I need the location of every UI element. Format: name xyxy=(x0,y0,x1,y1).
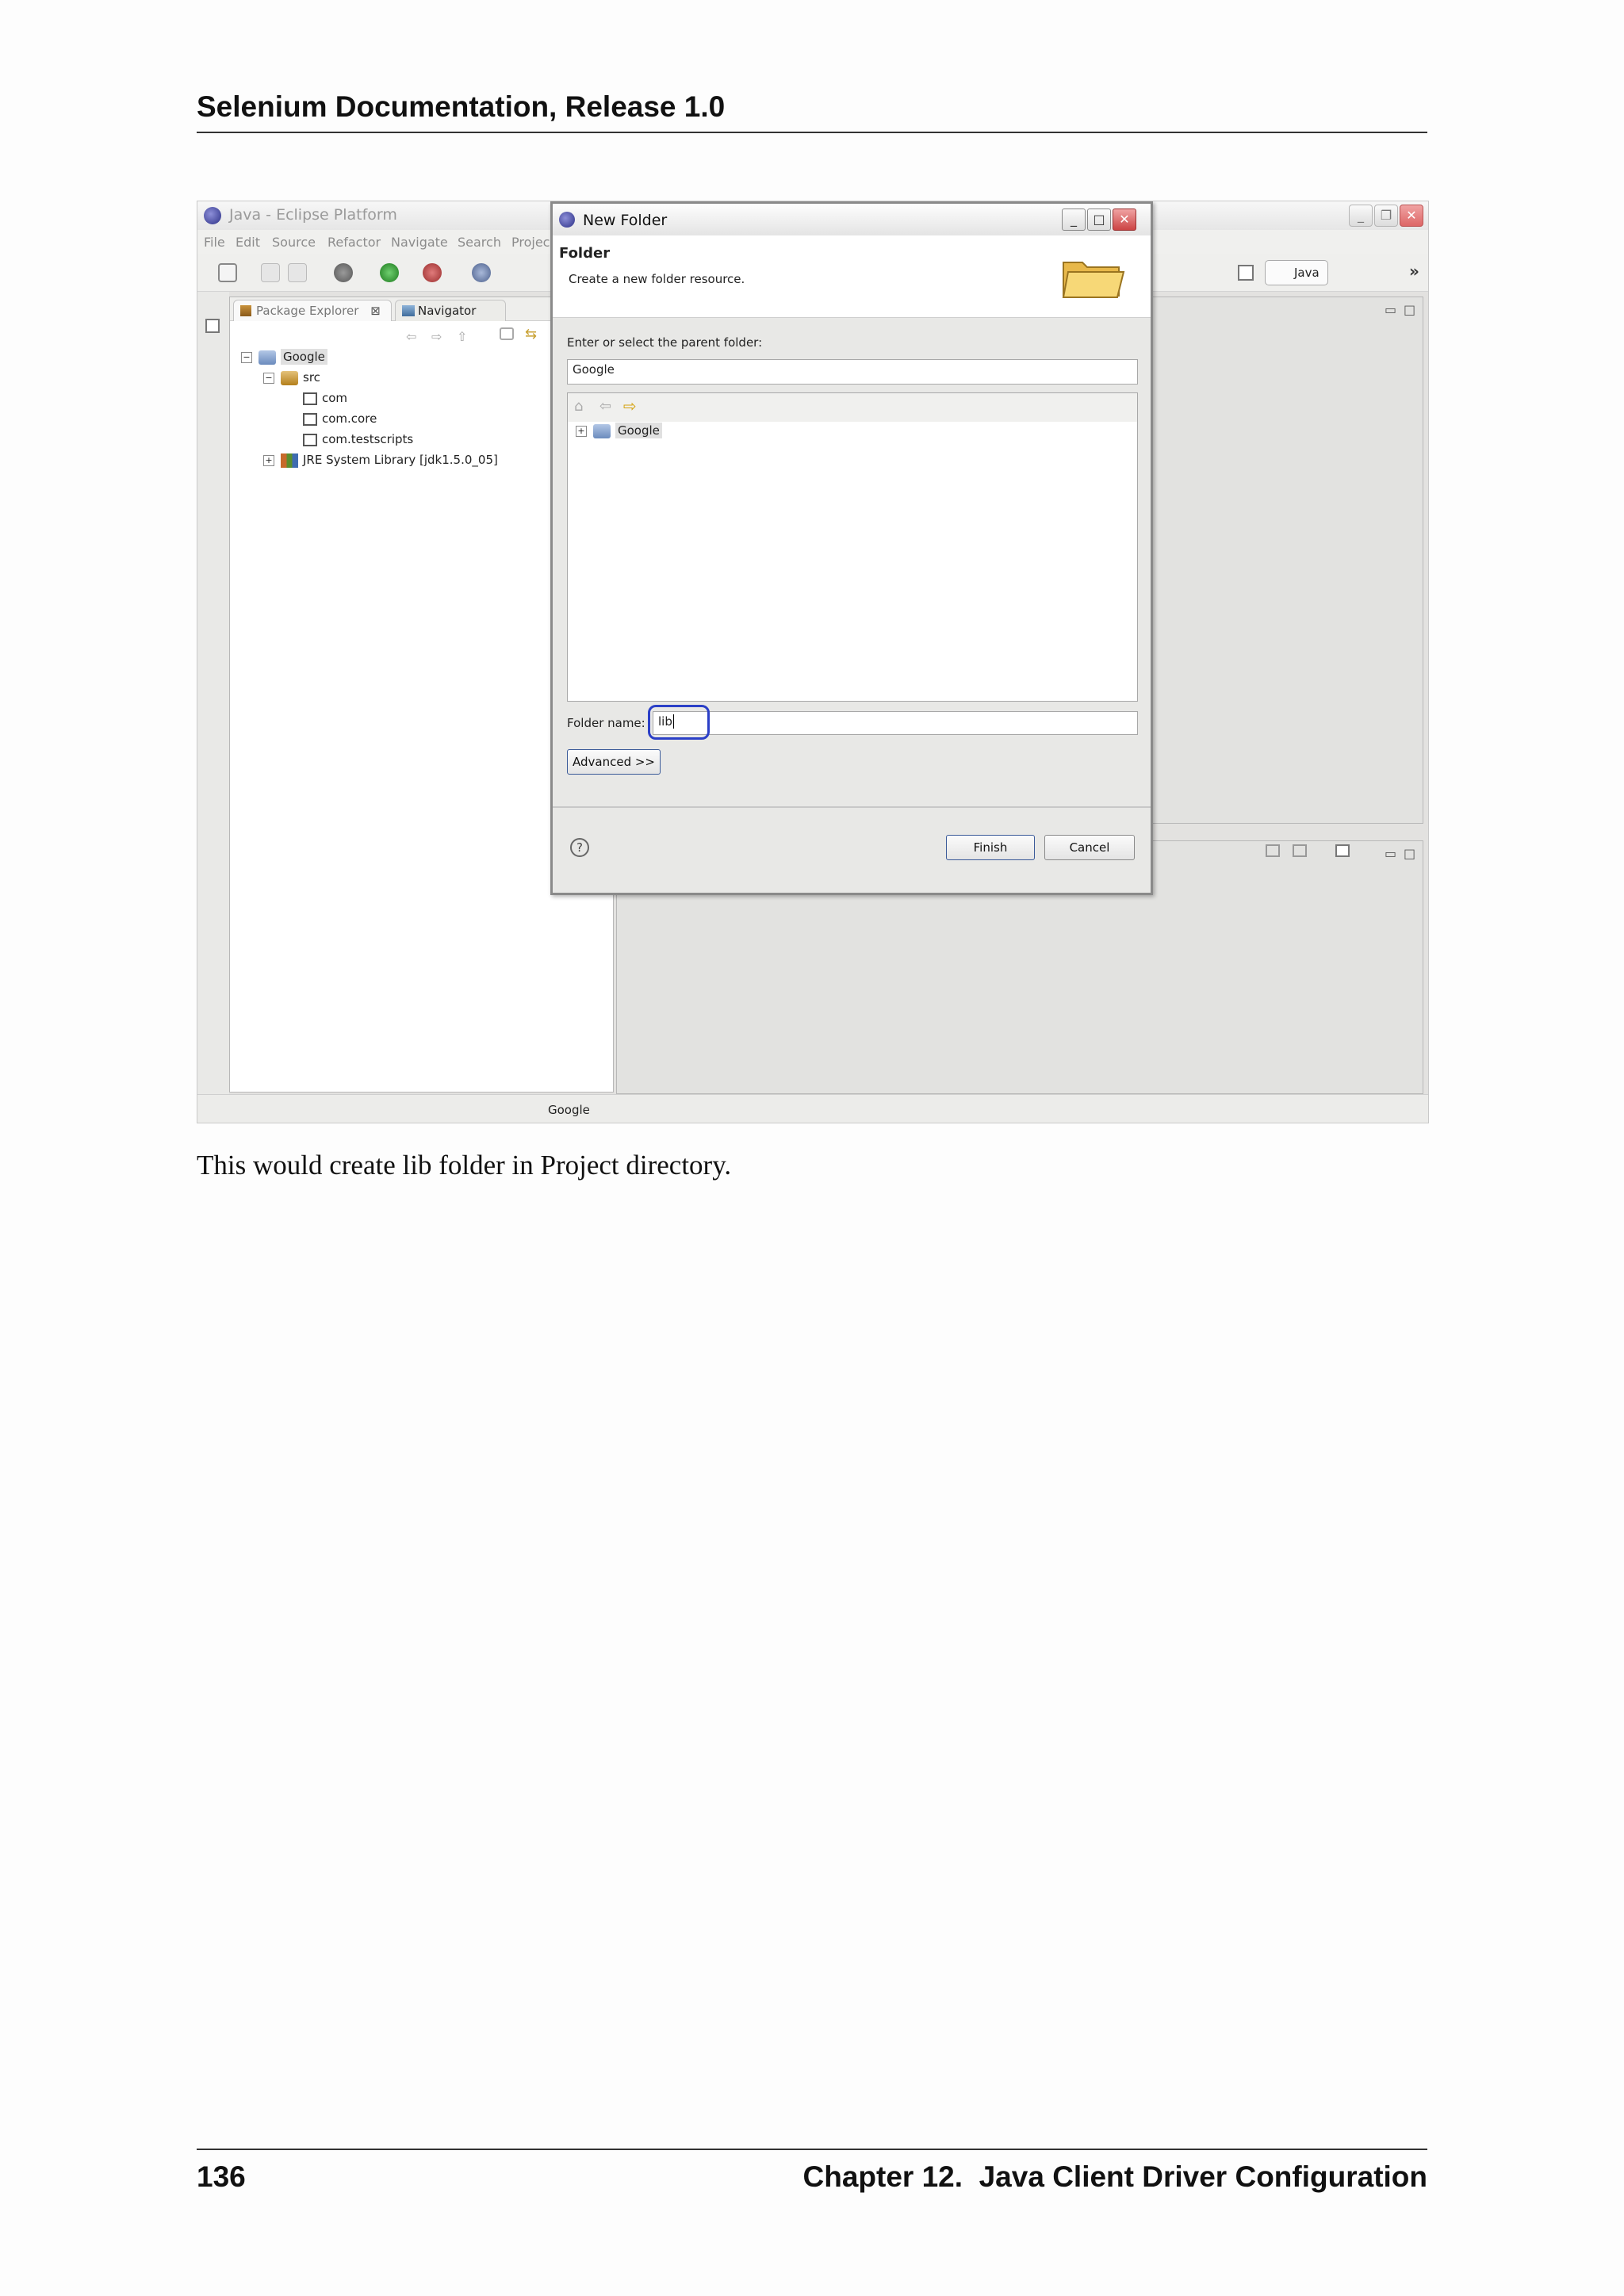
tree-item-label: Google xyxy=(615,423,662,438)
package-icon xyxy=(303,433,317,446)
dialog-heading: Folder xyxy=(559,245,611,262)
status-bar: Google xyxy=(197,1094,1428,1123)
menu-refactor[interactable]: Refactor xyxy=(327,235,381,250)
save-icon[interactable] xyxy=(261,263,280,282)
close-tab-icon[interactable]: ⊠ xyxy=(370,304,381,318)
navigator-icon xyxy=(402,305,415,316)
back-arrow-icon[interactable]: ⇦ xyxy=(406,329,416,344)
highlight-ring xyxy=(648,705,710,740)
library-label: JRE System Library [jdk1.5.0_05] xyxy=(303,453,498,467)
advanced-button[interactable]: Advanced >> xyxy=(567,749,661,775)
link-with-editor-icon[interactable]: ⇆ xyxy=(525,326,537,342)
eclipse-screenshot: Java - Eclipse Platform _ ❐ ✕ File Edit … xyxy=(197,201,1429,1123)
open-folder-icon xyxy=(1062,262,1125,298)
header-rule xyxy=(197,132,1427,133)
parent-folder-input[interactable]: Google xyxy=(567,359,1138,385)
footer-rule xyxy=(197,2149,1427,2150)
project-folder-icon xyxy=(259,350,276,365)
tab-navigator[interactable]: Navigator xyxy=(395,300,506,321)
menu-file[interactable]: File xyxy=(204,235,225,250)
java-perspective-label: Java xyxy=(1294,266,1320,280)
restore-icon[interactable]: ❐ xyxy=(1374,205,1398,227)
debug-icon[interactable] xyxy=(334,263,353,282)
menu-project[interactable]: Projec xyxy=(511,235,550,250)
display-console-icon[interactable] xyxy=(1293,844,1307,857)
open-console-icon[interactable] xyxy=(1335,844,1350,857)
close-icon[interactable]: ✕ xyxy=(1113,209,1136,231)
collapse-icon[interactable]: − xyxy=(263,372,274,384)
expand-icon[interactable]: + xyxy=(576,425,587,437)
java-perspective-button[interactable]: Java xyxy=(1265,260,1328,285)
home-icon[interactable]: ⌂ xyxy=(574,398,583,415)
close-icon[interactable]: ✕ xyxy=(1400,205,1423,227)
minimize-view-icon[interactable]: ▭ xyxy=(1385,846,1396,861)
eclipse-logo-icon xyxy=(204,207,221,224)
cancel-button[interactable]: Cancel xyxy=(1044,835,1135,860)
menu-source[interactable]: Source xyxy=(272,235,316,250)
tree-item-google[interactable]: + Google xyxy=(576,423,679,444)
eclipse-logo-icon xyxy=(559,212,575,228)
status-text: Google xyxy=(548,1103,590,1117)
folder-name-label: Folder name: xyxy=(567,716,645,730)
search-icon[interactable] xyxy=(472,263,491,282)
dialog-titlebar: New Folder _ □ ✕ xyxy=(553,204,1151,235)
minimize-icon[interactable]: _ xyxy=(1349,205,1373,227)
collapse-all-icon[interactable] xyxy=(500,327,514,340)
maximize-icon[interactable]: □ xyxy=(1087,209,1111,231)
collapse-icon[interactable]: − xyxy=(241,351,252,363)
tab-package-explorer-label: Package Explorer xyxy=(256,304,359,318)
chapter-title: Chapter 12. Java Client Driver Configura… xyxy=(802,2160,1427,2193)
page-number: 136 xyxy=(197,2160,246,2193)
body-paragraph: This would create lib folder in Project … xyxy=(197,1150,732,1181)
new-icon[interactable] xyxy=(218,263,237,282)
maximize-view-icon[interactable]: □ xyxy=(1404,302,1415,317)
parent-folder-label: Enter or select the parent folder: xyxy=(567,335,763,350)
maximize-view-icon[interactable]: □ xyxy=(1404,846,1415,861)
dialog-title: New Folder xyxy=(583,212,668,229)
eclipse-window-title: Java - Eclipse Platform xyxy=(229,206,397,224)
package-explorer-icon xyxy=(240,305,251,316)
package-label: com.testscripts xyxy=(322,432,414,446)
forward-arrow-icon[interactable]: ⇨ xyxy=(431,329,442,344)
up-arrow-icon[interactable]: ⇧ xyxy=(457,329,467,344)
left-trim xyxy=(197,292,229,1123)
document-header-title: Selenium Documentation, Release 1.0 xyxy=(197,90,726,123)
parent-folder-tree: ⌂ ⇦ ⇨ + Google xyxy=(567,392,1138,702)
source-folder-icon xyxy=(281,370,298,385)
run-icon[interactable] xyxy=(380,263,399,282)
help-icon[interactable]: ? xyxy=(570,838,589,857)
tab-navigator-label: Navigator xyxy=(418,304,477,318)
minimize-icon[interactable]: _ xyxy=(1062,209,1086,231)
package-label: com.core xyxy=(322,411,377,426)
library-icon xyxy=(281,453,298,468)
package-icon xyxy=(303,412,317,426)
dialog-banner: Folder Create a new folder resource. xyxy=(553,235,1151,318)
menu-edit[interactable]: Edit xyxy=(236,235,260,250)
external-tools-icon[interactable] xyxy=(423,263,442,282)
minimize-view-icon[interactable]: ▭ xyxy=(1385,302,1396,317)
menu-search[interactable]: Search xyxy=(458,235,501,250)
menu-navigate[interactable]: Navigate xyxy=(391,235,448,250)
print-icon[interactable] xyxy=(288,263,307,282)
finish-button[interactable]: Finish xyxy=(946,835,1035,860)
expand-icon[interactable]: + xyxy=(263,454,274,466)
folder-name-input[interactable]: lib xyxy=(653,711,1138,735)
chevron-more-icon[interactable]: » xyxy=(1409,262,1419,281)
dialog-separator xyxy=(553,806,1151,808)
package-icon xyxy=(303,392,317,405)
tab-package-explorer[interactable]: Package Explorer ⊠ xyxy=(233,300,392,321)
dialog-description: Create a new folder resource. xyxy=(569,272,745,286)
src-label: src xyxy=(303,370,320,385)
new-folder-dialog: New Folder _ □ ✕ Folder Create a new fol… xyxy=(550,201,1153,895)
pin-view-icon[interactable] xyxy=(1266,844,1280,857)
fast-view-icon[interactable] xyxy=(205,319,220,333)
open-perspective-icon[interactable] xyxy=(1238,265,1254,281)
tree-toolbar: ⌂ ⇦ ⇨ xyxy=(568,393,1137,422)
project-folder-icon xyxy=(593,423,611,438)
forward-arrow-icon[interactable]: ⇨ xyxy=(623,396,637,415)
package-label: com xyxy=(322,391,348,405)
project-label: Google xyxy=(281,349,327,365)
back-arrow-icon[interactable]: ⇦ xyxy=(599,398,611,415)
